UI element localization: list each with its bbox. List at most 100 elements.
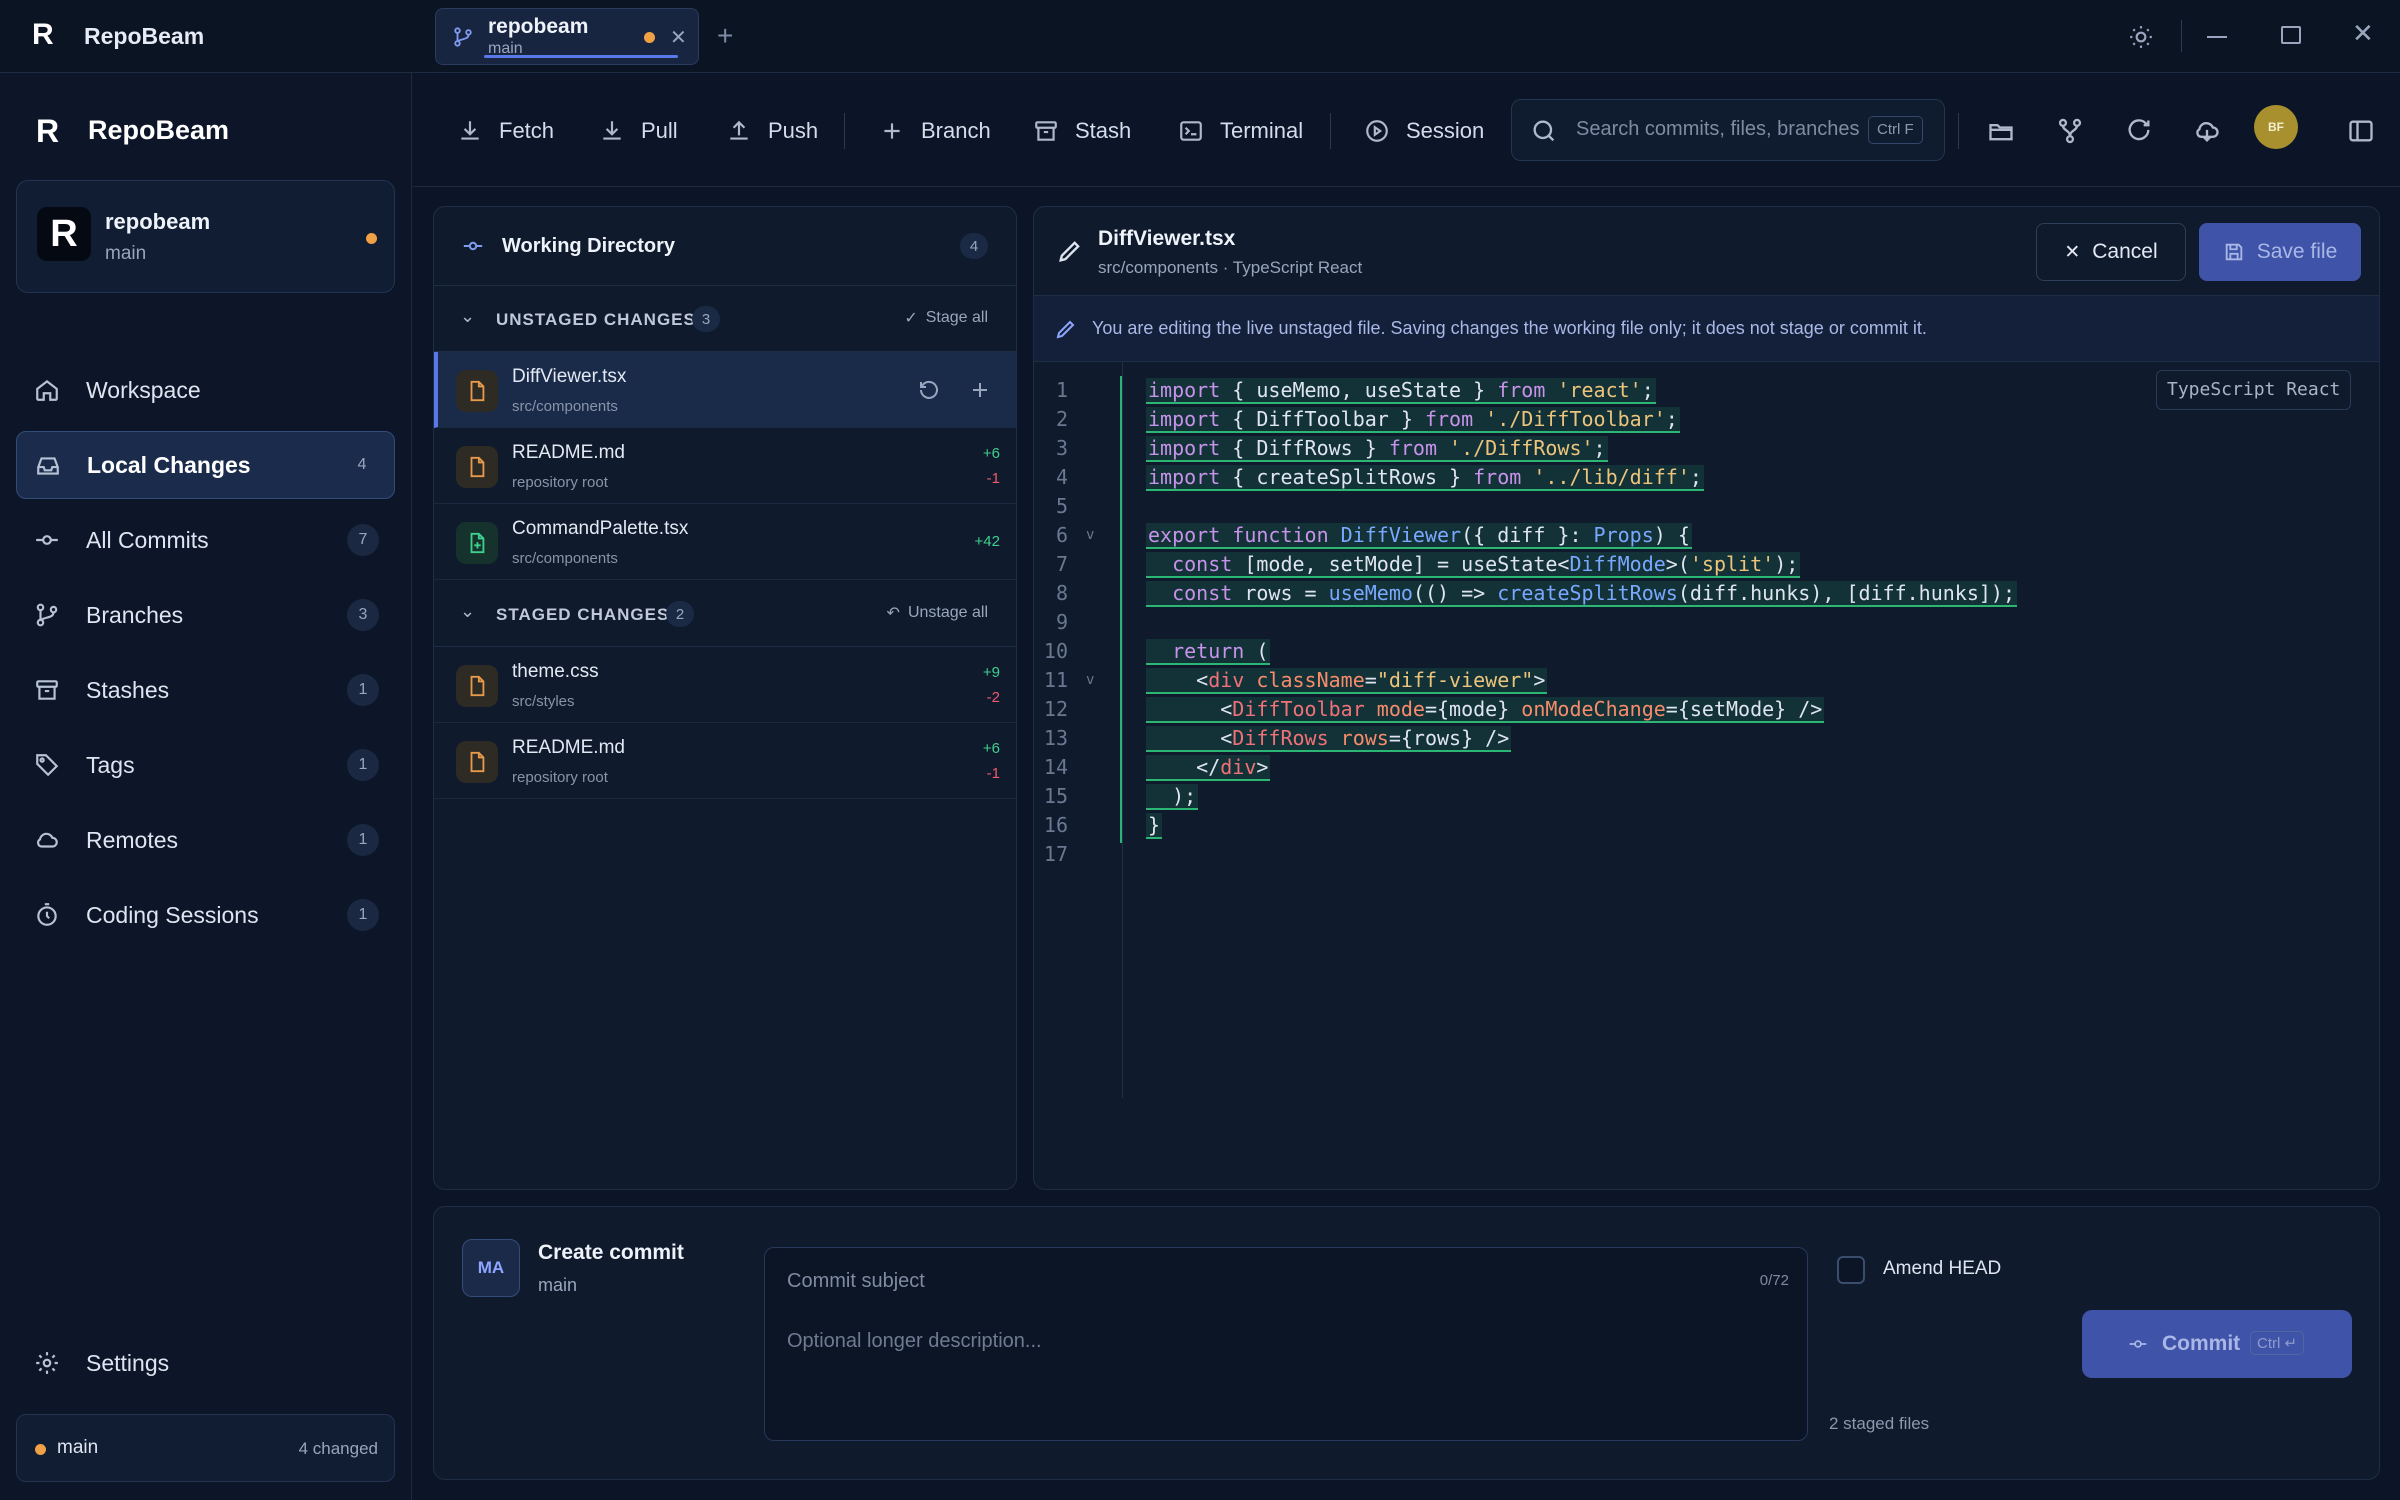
unstaged-title: UNSTAGED CHANGES xyxy=(496,310,696,329)
code-line[interactable]: 16} xyxy=(1034,811,2364,840)
code-line[interactable]: 9 xyxy=(1034,608,2364,637)
sidebar-item-count: 3 xyxy=(347,599,379,631)
repo-tab[interactable]: repobeam main ✕ xyxy=(435,8,699,65)
commit-button[interactable]: Commit Ctrl ↵ xyxy=(2082,1310,2352,1378)
terminal-icon xyxy=(1180,121,1202,141)
stage-file-icon[interactable] xyxy=(968,378,992,402)
line-number: 14 xyxy=(1043,755,1068,779)
sidebar-item-coding-sessions[interactable]: Coding Sessions 1 xyxy=(16,881,395,949)
search-icon xyxy=(1533,120,1555,142)
code-line[interactable]: 10 return ( xyxy=(1034,637,2364,666)
unstage-all-button[interactable]: ↶ Unstage all xyxy=(887,603,988,623)
commit-description-input[interactable]: Optional longer description... xyxy=(787,1330,1042,1353)
commit-icon xyxy=(2129,1340,2147,1348)
code-line[interactable]: 11 v <div className="diff-viewer"> xyxy=(1034,666,2364,695)
sidebar-item-label: Branches xyxy=(86,601,184,628)
app-logo-icon: R xyxy=(32,18,54,51)
tab-active-indicator xyxy=(484,55,678,58)
sidebar-item-local-changes[interactable]: Local Changes 4 xyxy=(16,431,395,499)
push-button[interactable]: Push xyxy=(726,109,818,153)
stash-button[interactable]: Stash xyxy=(1033,109,1131,153)
staged-section-header[interactable]: ⌄ STAGED CHANGES 2 ↶ Unstage all xyxy=(434,581,1016,647)
titlebar-divider xyxy=(2181,20,2182,52)
pencil-icon xyxy=(1056,320,1075,339)
edit-notice: You are editing the live unstaged file. … xyxy=(1034,296,2379,362)
sidebar-item-remotes[interactable]: Remotes 1 xyxy=(16,806,395,874)
code-line[interactable]: 1 import { useMemo, useState } from 'reac… xyxy=(1034,376,2364,405)
chevron-down-icon[interactable]: ⌄ xyxy=(460,306,475,327)
sidebar-item-label: Stashes xyxy=(86,676,170,703)
sidebar-item-settings[interactable]: Settings xyxy=(16,1329,395,1397)
commit-subject-input[interactable]: Commit subject xyxy=(787,1270,925,1293)
sidebar-item-workspace[interactable]: Workspace xyxy=(16,356,395,424)
file-row-commandpalette[interactable]: CommandPalette.tsx src/components +42 xyxy=(434,504,1016,580)
code-line[interactable]: 8 const rows = useMemo(() => createSplit… xyxy=(1034,579,2364,608)
commit-message-box[interactable]: Commit subject 0/72 Optional longer desc… xyxy=(764,1247,1808,1441)
cancel-button[interactable]: ✕ Cancel xyxy=(2036,223,2186,281)
fetch-button[interactable]: Fetch xyxy=(457,109,554,153)
sidebar-item-tags[interactable]: Tags 1 xyxy=(16,731,395,799)
repo-card-name: repobeam xyxy=(105,209,211,234)
code-line[interactable]: 14 </div> xyxy=(1034,753,2364,782)
sidebar-item-count: 1 xyxy=(347,899,379,931)
branch-button[interactable]: Branch xyxy=(879,109,991,153)
terminal-button[interactable]: Terminal xyxy=(1178,109,1303,153)
file-row-theme[interactable]: theme.css src/styles +9 -2 xyxy=(434,647,1016,723)
status-branch: main xyxy=(57,1437,99,1458)
code-line[interactable]: 15 ); xyxy=(1034,782,2364,811)
inbox-icon xyxy=(37,457,59,475)
line-number: 10 xyxy=(1043,639,1068,663)
file-name: README.md xyxy=(512,442,625,463)
search-input[interactable]: Search commits, files, branches Ctrl F xyxy=(1511,99,1945,161)
repo-card[interactable]: R repobeam main xyxy=(16,180,395,293)
file-added-icon xyxy=(456,522,498,564)
close-window-icon[interactable]: ✕ xyxy=(2352,18,2374,49)
unstage-all-label: Unstage all xyxy=(907,604,988,621)
fold-chevron-icon[interactable]: v xyxy=(1086,521,1094,550)
discard-icon[interactable] xyxy=(917,378,941,402)
fork-icon[interactable] xyxy=(2056,117,2084,145)
fold-chevron-icon[interactable]: v xyxy=(1086,666,1094,695)
code-line[interactable]: 7 const [mode, setMode] = useState<DiffM… xyxy=(1034,550,2364,579)
pull-button[interactable]: Pull xyxy=(599,109,678,153)
sidebar-item-all-commits[interactable]: All Commits 7 xyxy=(16,506,395,574)
session-button[interactable]: Session xyxy=(1364,109,1484,153)
file-name: README.md xyxy=(512,737,625,758)
file-row-readme-staged[interactable]: README.md repository root +6 -1 xyxy=(434,723,1016,799)
additions-count: +6 xyxy=(982,740,1000,757)
new-tab-icon[interactable]: + xyxy=(717,20,733,52)
maximize-icon[interactable] xyxy=(2281,26,2301,44)
code-line[interactable]: 13 <DiffRows rows={rows} /> xyxy=(1034,724,2364,753)
unstaged-section-header[interactable]: ⌄ UNSTAGED CHANGES 3 ✓ Stage all xyxy=(434,286,1016,352)
user-avatar[interactable]: BF xyxy=(2254,105,2298,149)
sidebar-item-stashes[interactable]: Stashes 1 xyxy=(16,656,395,724)
code-line[interactable]: 5 xyxy=(1034,492,2364,521)
file-row-diffviewer[interactable]: DiffViewer.tsx src/components xyxy=(434,352,1016,428)
commit-icon xyxy=(463,241,483,251)
sidebar-item-label: Local Changes xyxy=(87,451,251,478)
minimize-icon[interactable] xyxy=(2207,36,2227,38)
file-row-readme[interactable]: README.md repository root +6 -1 xyxy=(434,428,1016,504)
code-line[interactable]: 6 v export function DiffViewer({ diff }: P… xyxy=(1034,521,2364,550)
archive-icon xyxy=(36,680,58,700)
refresh-icon[interactable] xyxy=(2125,117,2153,145)
code-line[interactable]: 17 xyxy=(1034,840,2364,869)
branch-status-card[interactable]: main 4 changed xyxy=(16,1414,395,1482)
panel-toggle-icon[interactable] xyxy=(2347,117,2375,145)
sidebar-item-count: 1 xyxy=(347,824,379,856)
folder-open-icon[interactable] xyxy=(1987,117,2015,145)
save-file-button[interactable]: Save file xyxy=(2199,223,2361,281)
close-tab-icon[interactable]: ✕ xyxy=(670,25,687,50)
deletions-count: -1 xyxy=(986,470,1000,487)
code-line[interactable]: 3 import { DiffRows } from './DiffRows'; xyxy=(1034,434,2364,463)
staged-count: 2 xyxy=(666,601,694,627)
amend-head-checkbox[interactable] xyxy=(1837,1256,1865,1284)
code-line[interactable]: 12 <DiffToolbar mode={mode} onModeChange… xyxy=(1034,695,2364,724)
code-line[interactable]: 4 import { createSplitRows } from '../lib… xyxy=(1034,463,2364,492)
theme-toggle-icon[interactable] xyxy=(2128,24,2154,50)
code-line[interactable]: 2 import { DiffToolbar } from './DiffTool… xyxy=(1034,405,2364,434)
cloud-download-icon[interactable] xyxy=(2193,117,2221,145)
sidebar-item-branches[interactable]: Branches 3 xyxy=(16,581,395,649)
stage-all-button[interactable]: ✓ Stage all xyxy=(904,308,988,328)
chevron-down-icon[interactable]: ⌄ xyxy=(460,601,475,622)
